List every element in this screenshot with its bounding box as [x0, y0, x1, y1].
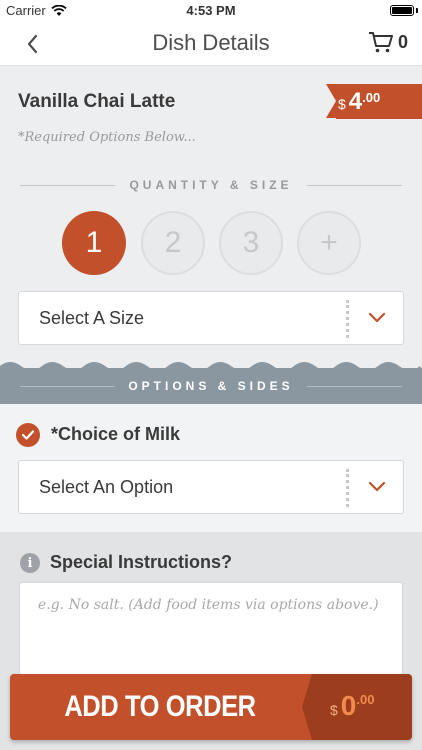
- info-icon: i: [20, 553, 40, 573]
- status-time: 4:53 PM: [186, 3, 236, 18]
- quantity-section-header: QUANTITY & SIZE: [20, 176, 402, 196]
- checkmark-icon: [21, 430, 35, 440]
- size-select[interactable]: Select A Size: [18, 291, 404, 345]
- cart-icon: [368, 32, 393, 53]
- price-whole: 4: [348, 88, 363, 115]
- total-fraction: .00: [356, 692, 375, 707]
- milk-required-check[interactable]: [16, 423, 40, 447]
- order-total: $ 0 .00: [302, 674, 412, 740]
- options-section-header: OPTIONS & SIDES: [0, 368, 422, 404]
- dropdown-separator: [346, 300, 349, 338]
- milk-select-value: Select An Option: [39, 477, 174, 497]
- nav-bar: Dish Details 0: [0, 22, 422, 66]
- add-to-order-label: ADD TO ORDER: [64, 690, 256, 723]
- battery-tip: [416, 8, 418, 13]
- chevron-down-icon: [368, 481, 386, 492]
- status-bar: Carrier 4:53 PM: [0, 0, 422, 22]
- quantity-option-2[interactable]: 2: [141, 211, 205, 275]
- quantity-option-1[interactable]: 1: [62, 211, 126, 275]
- instructions-label: Special Instructions?: [50, 552, 233, 572]
- price-currency: $: [338, 96, 346, 112]
- page-title: Dish Details: [152, 30, 270, 55]
- milk-select[interactable]: Select An Option: [18, 460, 404, 514]
- cart-count: 0: [397, 31, 408, 52]
- required-note: *Required Options Below...: [18, 130, 196, 145]
- cart-button[interactable]: 0: [368, 30, 408, 54]
- total-currency: $: [330, 702, 338, 718]
- battery-icon: [390, 5, 414, 16]
- dropdown-separator: [346, 469, 349, 507]
- quantity-more-button[interactable]: +: [297, 211, 361, 275]
- price-fraction: .00: [362, 90, 381, 105]
- dish-name: Vanilla Chai Latte: [18, 91, 176, 112]
- quantity-selector: 1 2 3 +: [0, 211, 422, 275]
- milk-label: *Choice of Milk: [51, 424, 181, 444]
- size-select-value: Select A Size: [39, 308, 145, 328]
- add-to-order-button[interactable]: ADD TO ORDER $ 0 .00: [10, 674, 412, 740]
- price-tag: $ 4 .00: [326, 84, 422, 119]
- total-whole: 0: [340, 690, 357, 721]
- quantity-option-3[interactable]: 3: [219, 211, 283, 275]
- chevron-down-icon: [368, 312, 386, 323]
